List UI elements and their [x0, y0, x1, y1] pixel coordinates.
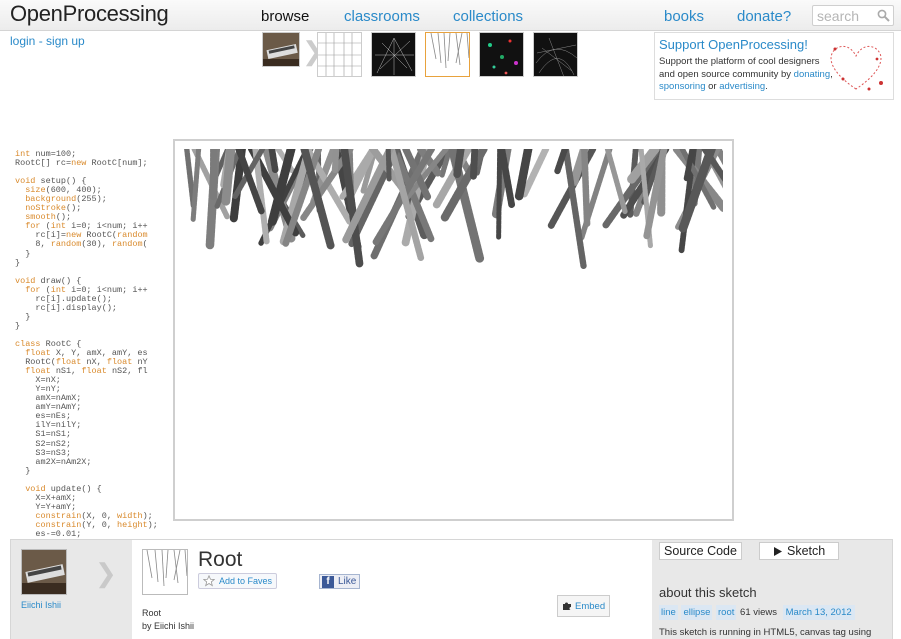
code-line: } [15, 248, 31, 259]
code-line: } [15, 311, 31, 322]
sketch-name: Root [142, 608, 162, 618]
roots-icon [146, 550, 187, 587]
signup-link[interactable]: sign up [46, 34, 85, 48]
star-icon [203, 575, 215, 587]
tags-row: line ellipse root 61 views March 13, 201… [659, 605, 855, 620]
chevron-right-icon: ❯ [95, 558, 117, 588]
root-stroke [221, 149, 236, 206]
sketch-date[interactable]: March 13, 2012 [782, 605, 855, 620]
puzzle-icon [563, 602, 571, 610]
scribble-icon [375, 37, 414, 75]
roots-icon [430, 33, 469, 69]
support-box: Support OpenProcessing! Support the plat… [654, 32, 894, 100]
sketch-thumb-2[interactable] [371, 32, 416, 77]
sketch-button[interactable]: Sketch [759, 542, 839, 560]
search-input[interactable] [813, 6, 877, 25]
sketch-thumb-4[interactable] [479, 32, 524, 77]
sketch-button-label: Sketch [787, 544, 826, 558]
code-line: rc[i].display(); [15, 302, 118, 313]
sketch-thumb-1[interactable] [317, 32, 362, 77]
root-stroke [496, 149, 503, 240]
tag-line[interactable]: line [659, 605, 678, 620]
nav-books[interactable]: books [664, 8, 704, 25]
sketch-thumb-5[interactable] [533, 32, 578, 77]
add-to-faves-button[interactable]: Add to Faves [198, 573, 278, 589]
grid-lines-icon [318, 33, 361, 76]
source-code-button[interactable]: Source Code [659, 542, 742, 560]
top-bar: OpenProcessing browse classrooms collect… [0, 0, 901, 31]
html5-note: This sketch is running in HTML5, canvas … [659, 627, 872, 638]
code-line: 8, random(30), random( [15, 239, 148, 250]
root-stroke [190, 149, 202, 224]
sketch-thumb-3-selected[interactable] [425, 32, 470, 77]
web-icon [535, 37, 577, 76]
code-line: } [15, 465, 31, 476]
root-stroke [331, 149, 340, 175]
about-heading: about this sketch [659, 585, 757, 600]
advertising-link[interactable]: advertising [719, 81, 765, 92]
facebook-icon: f [322, 576, 334, 588]
dots-icon [488, 39, 518, 75]
code-line: } [15, 320, 21, 331]
root-stroke [581, 149, 591, 227]
like-label: Like [338, 576, 357, 587]
sponsoring-link[interactable]: sponsoring [659, 81, 705, 92]
facebook-like-button[interactable]: f Like [319, 574, 361, 589]
play-icon [774, 547, 782, 556]
embed-button[interactable]: Embed [557, 595, 611, 617]
source-code-panel: int num=100; RootC[] rc=new RootC[num]; v… [15, 150, 173, 538]
nav-classrooms[interactable]: classrooms [344, 8, 420, 25]
root-stroke [554, 149, 569, 175]
author-name[interactable]: Eiichi Ishii [21, 600, 61, 610]
root-stroke [385, 149, 392, 183]
view-count: 61 views [740, 607, 777, 618]
nav-donate[interactable]: donate? [737, 8, 791, 25]
login-link[interactable]: login [10, 34, 35, 48]
support-text: Support the platform of cool designers a… [659, 56, 835, 94]
tag-root[interactable]: root [716, 605, 737, 620]
code-line: } [15, 257, 21, 268]
tag-ellipse[interactable]: ellipse [681, 605, 713, 620]
nav-browse[interactable]: browse [261, 8, 309, 25]
code-line: am2X=nAm2X; [15, 456, 92, 467]
nav-collections[interactable]: collections [453, 8, 523, 25]
sketch-card: Root Add to Faves f Like Embed Root by E… [132, 540, 652, 639]
avatar-photo-icon [22, 550, 66, 594]
heart-logo-icon [830, 45, 883, 91]
support-title[interactable]: Support OpenProcessing! [659, 37, 808, 52]
sketch-canvas[interactable] [173, 139, 734, 521]
support-sep2: or [705, 81, 720, 92]
root-drawing [184, 149, 723, 269]
support-end: . [765, 81, 768, 92]
search-icon[interactable] [877, 9, 890, 22]
author-photo-icon [263, 33, 299, 66]
login-links: login - sign up [10, 34, 85, 48]
search-box [812, 5, 894, 26]
author-avatar[interactable] [21, 549, 67, 595]
sketch-info-panel: Eiichi Ishii ❯ Root Add to Faves f Like … [10, 539, 893, 639]
root-stroke [453, 149, 465, 179]
author-thumb[interactable] [262, 32, 300, 67]
sketch-byline: by Eiichi Ishii [142, 621, 195, 631]
code-line: RootC[] rc=new RootC[num]; [15, 158, 148, 169]
root-stroke [268, 149, 279, 175]
sketch-thumbnail[interactable] [142, 549, 188, 595]
code-line: es-=0.01; [15, 528, 82, 538]
add-to-faves-label: Add to Faves [219, 576, 273, 586]
login-separator: - [35, 34, 47, 48]
root-stroke [470, 149, 479, 180]
root-stroke [604, 149, 628, 215]
site-logo[interactable]: OpenProcessing [10, 1, 169, 27]
embed-label: Embed [575, 601, 606, 612]
sketch-title: Root [198, 548, 243, 571]
